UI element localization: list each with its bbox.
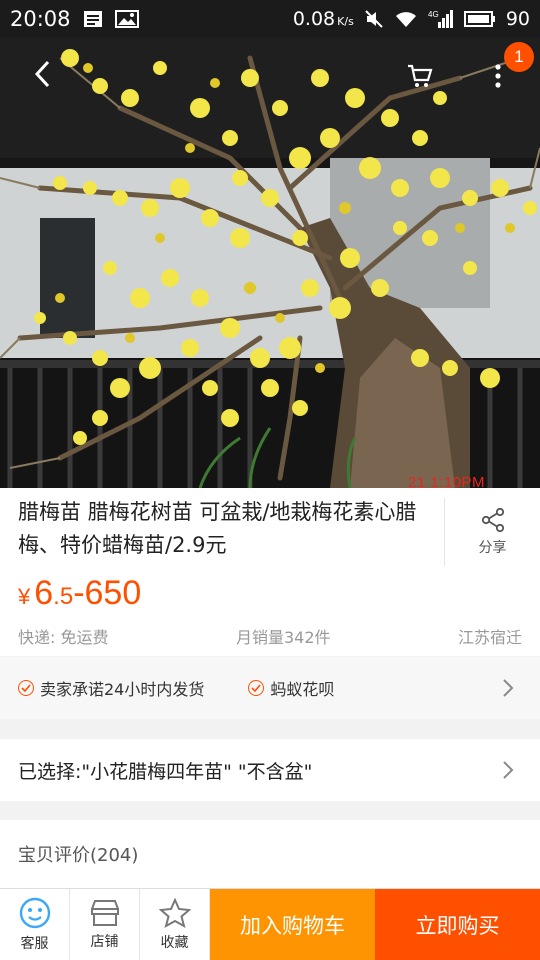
shop-icon [90,899,119,926]
shop-button[interactable]: 店铺 [70,889,140,960]
selected-sku-text: 已选择:"小花腊梅四年苗" "不含盆" [18,760,313,783]
customer-service-label: 客服 [20,935,49,952]
product-image-carousel[interactable]: 21 1:10PM [0,38,540,488]
cart-icon [408,64,433,87]
sku-selection-row[interactable]: 已选择:"小花腊梅四年苗" "不含盆" [0,739,540,801]
product-title: 腊梅苗 腊梅花树苗 可盆栽/地栽梅花素心腊梅、特价蜡梅苗/2.9元 [18,500,417,557]
shop-label: 店铺 [90,933,119,950]
chevron-right-icon [503,679,514,697]
price-low-integer: 6 [34,574,54,612]
price-currency: ¥ [18,584,31,609]
share-icon [481,507,504,533]
add-to-cart-button[interactable]: 加入购物车 [210,889,375,960]
ship-from-location: 江苏宿迁 [457,628,522,647]
photo-timestamp-watermark: 21 1:10PM [408,474,486,488]
check-circle-icon [18,680,34,696]
promise-label: 蚂蚁花呗 [270,680,335,699]
favorite-label: 收藏 [160,934,189,951]
battery-level: 90 [505,8,530,30]
svg-text:4G: 4G [428,10,439,19]
mute-icon [364,9,384,29]
share-label: 分享 [478,540,507,556]
star-icon [158,897,191,928]
battery-icon [463,10,496,28]
cart-button[interactable] [400,56,440,96]
product-info-panel: 腊梅苗 腊梅花树苗 可盆栽/地栽梅花素心腊梅、特价蜡梅苗/2.9元 分享 ¥ 6… [0,488,540,656]
price-range: ¥ 6 .5 -650 [18,574,141,613]
network-speed: 0.08 K/s [292,8,354,30]
buy-now-button[interactable]: 立即购买 [375,889,540,960]
cell-signal-icon: 4G [428,9,454,29]
back-arrow-icon [34,60,50,88]
price-high: -650 [73,574,142,612]
wintersweet-bonsai-photo [0,38,540,488]
notification-icon [83,10,103,28]
wifi-icon [394,10,418,28]
share-button[interactable]: 分享 [444,498,540,566]
customer-service-icon [19,897,50,928]
cart-count-badge: 1 [504,42,534,72]
promise-item-huabei: 蚂蚁花呗 [248,676,334,700]
status-time: 20:08 [10,7,71,31]
chevron-right-icon [503,761,514,779]
shipping-info: 快递: 免运费 [18,628,109,647]
favorite-button[interactable]: 收藏 [140,889,210,960]
check-circle-icon [248,680,265,696]
back-button[interactable] [22,54,62,94]
reviews-header[interactable]: 宝贝评价(204) [0,820,540,888]
monthly-sales: 月销量342件 [235,628,331,647]
customer-service-button[interactable]: 客服 [0,889,70,960]
bottom-action-bar: 客服 店铺 收藏 加入购物车 立即购买 [0,888,540,960]
image-notification-icon [114,10,139,28]
promise-item-24h-shipping: 卖家承诺24小时内发货 [18,676,204,700]
service-promises-row[interactable]: 卖家承诺24小时内发货 蚂蚁花呗 [0,657,540,719]
promise-label: 卖家承诺24小时内发货 [40,680,205,699]
product-meta: 快递: 免运费 月销量342件 江苏宿迁 [18,624,522,648]
reviews-label: 宝贝评价(204) [18,845,139,866]
more-vertical-icon [495,64,501,88]
status-bar: 20:08 0.08 K/s 4G 90 [0,0,540,38]
price-low-decimal: .5 [53,583,74,610]
